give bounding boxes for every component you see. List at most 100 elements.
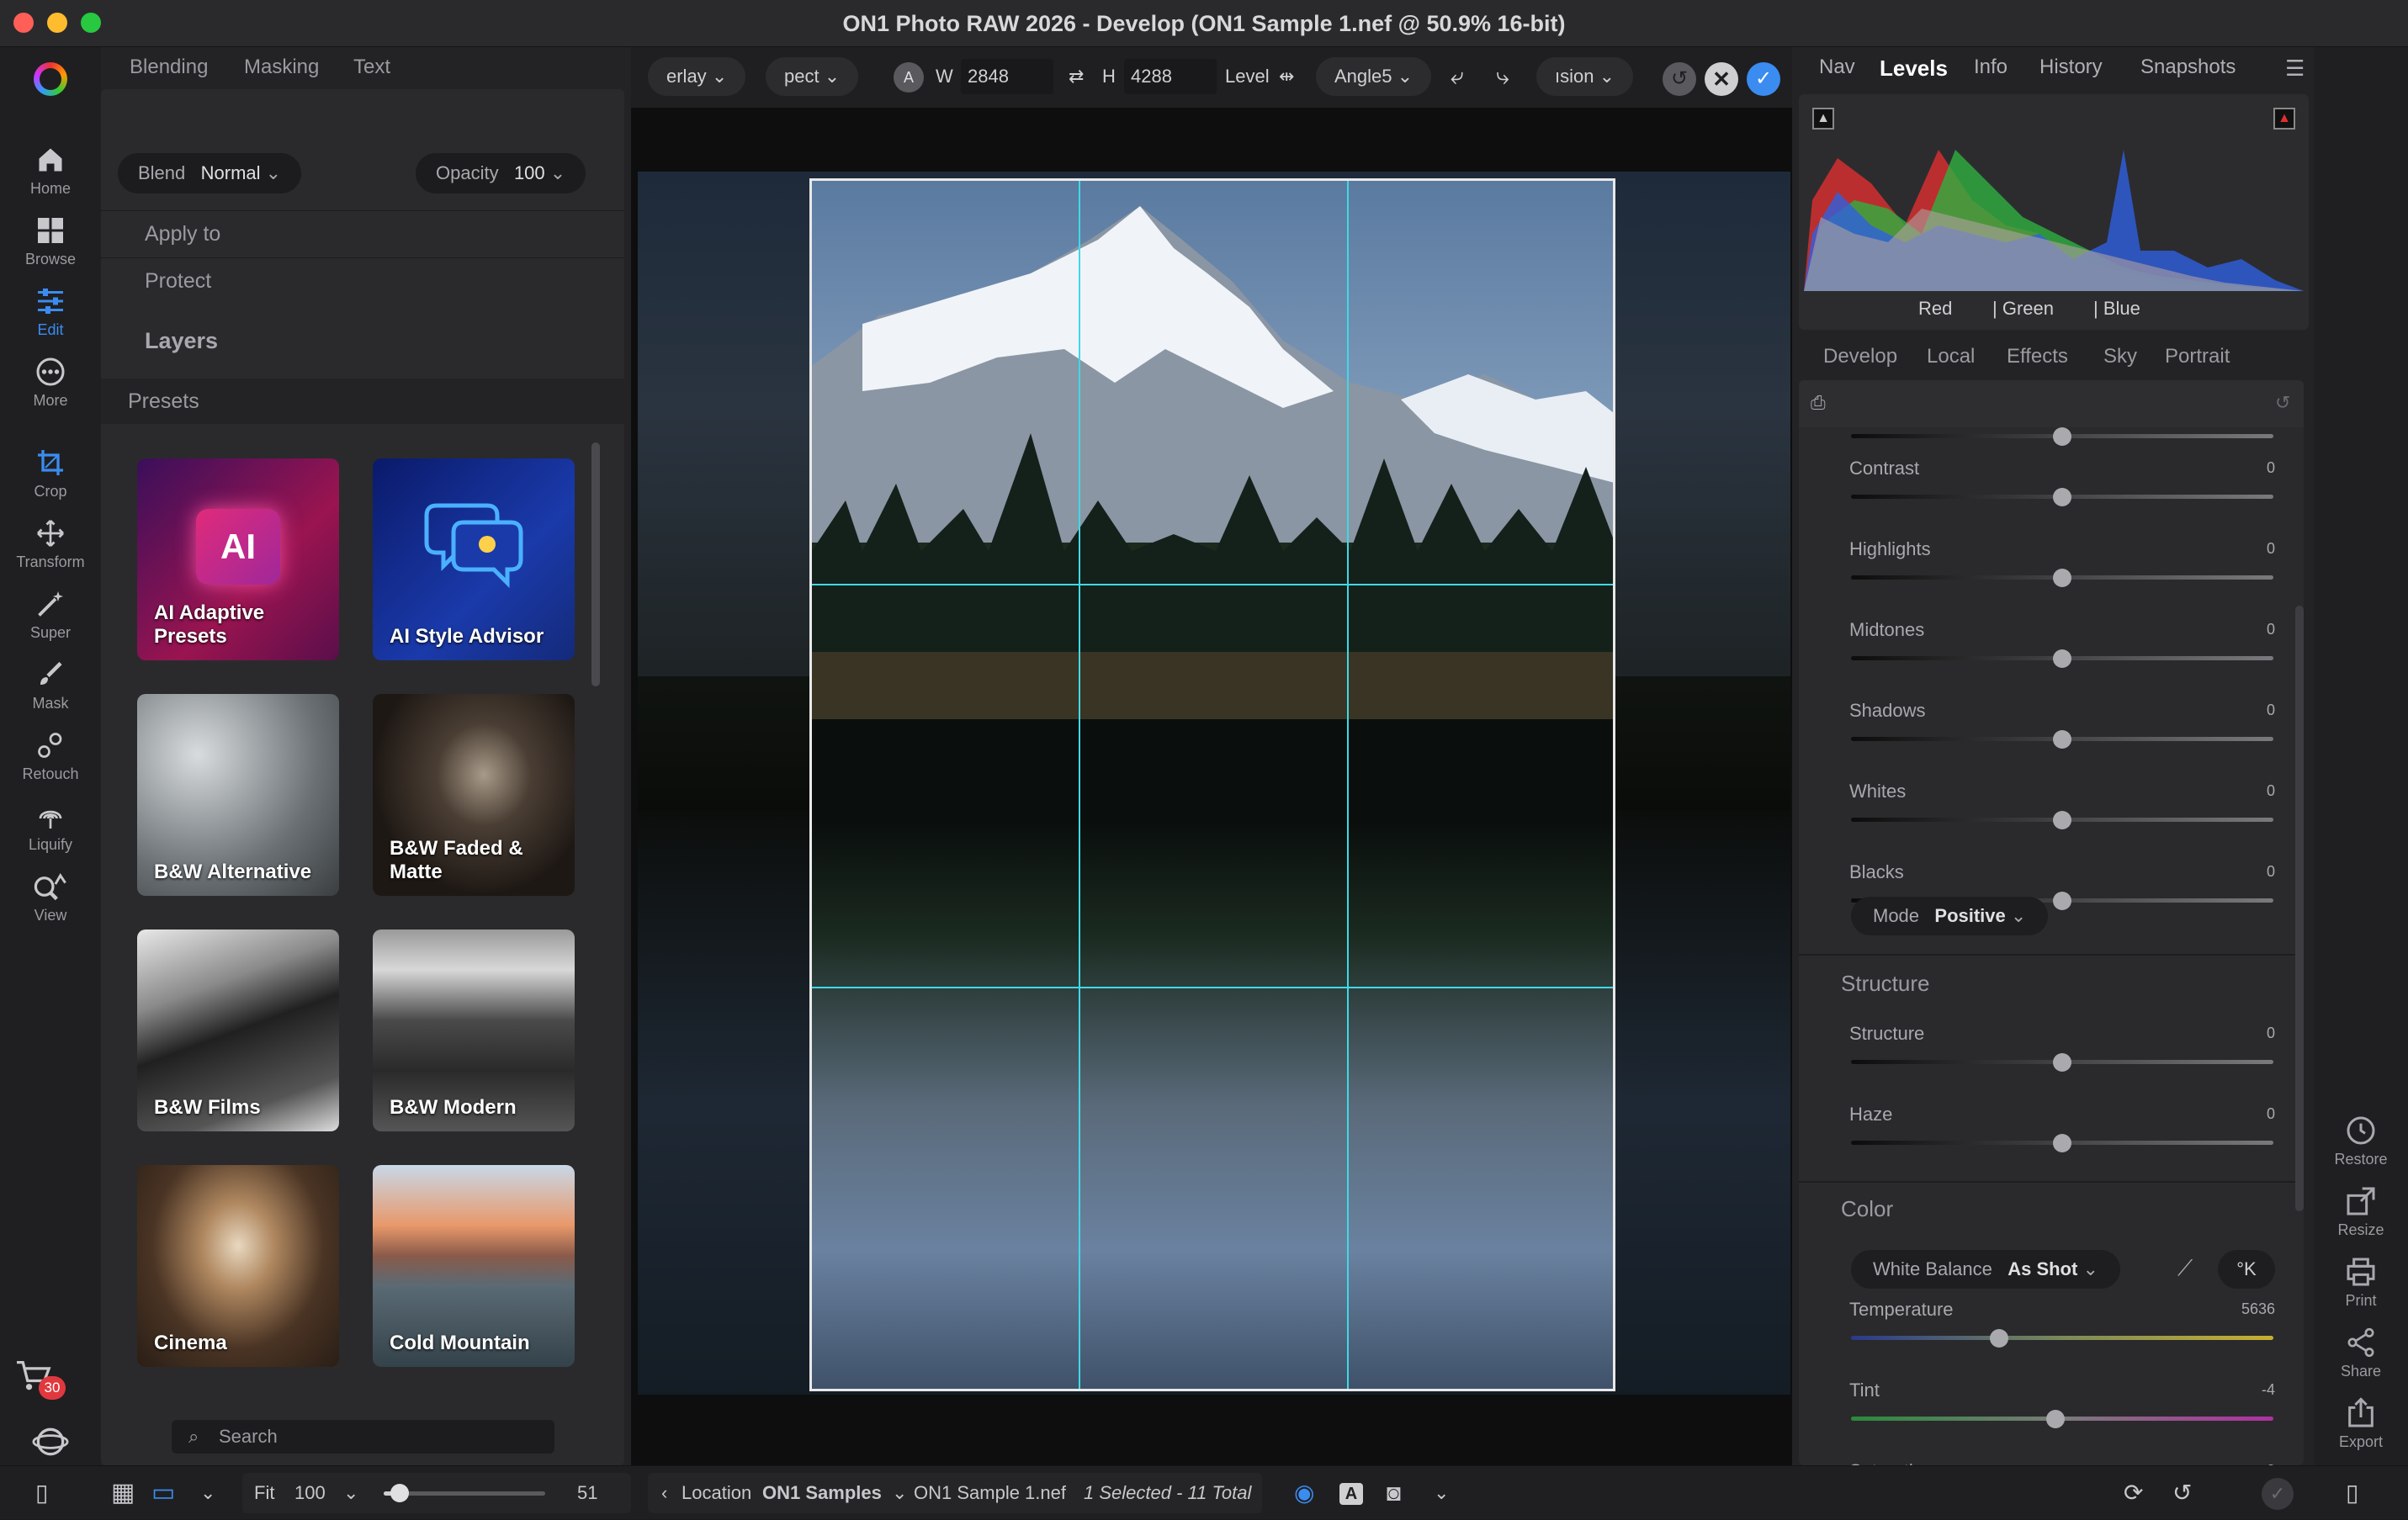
zoom-value[interactable]: 100 xyxy=(294,1466,326,1520)
opacity-dropdown[interactable]: Opacity 100 ⌄ xyxy=(416,153,586,193)
preset-card-cinema[interactable]: Cinema xyxy=(137,1165,339,1367)
slider-value-tint[interactable]: -4 xyxy=(2262,1381,2275,1399)
slider-value-structure[interactable]: 0 xyxy=(2267,1025,2275,1042)
channel-red[interactable]: Red xyxy=(1918,298,1952,320)
category-tab-sky[interactable]: Sky xyxy=(2103,345,2137,368)
tab-snapshots[interactable]: Snapshots xyxy=(2140,56,2236,79)
location-value[interactable]: ON1 Samples xyxy=(762,1466,882,1520)
save-preset-icon[interactable]: ⎙ xyxy=(1811,392,1826,414)
rail-edit[interactable]: Edit xyxy=(0,286,101,339)
slider-thumb-tint[interactable] xyxy=(2046,1410,2066,1428)
layers-heading[interactable]: Layers xyxy=(101,318,624,363)
back-chevron-icon[interactable]: ‹ xyxy=(661,1466,667,1520)
presets-heading[interactable]: Presets xyxy=(101,379,631,424)
tab-blending[interactable]: Blending xyxy=(130,56,208,79)
preset-card-ai-adaptive[interactable]: AI AI Adaptive Presets xyxy=(137,458,339,660)
reset-panel-icon[interactable]: ↺ xyxy=(2275,392,2290,414)
undo-icon[interactable]: ↺ xyxy=(2172,1466,2192,1520)
width-input[interactable]: 2848 xyxy=(961,59,1053,94)
slider-value-shadows[interactable]: 0 xyxy=(2267,702,2275,719)
channel-blue[interactable]: | Blue xyxy=(2093,298,2140,320)
tab-nav[interactable]: Nav xyxy=(1819,56,1855,79)
view-options-chevron-icon[interactable]: ⌄ xyxy=(1434,1466,1449,1520)
swap-dimensions-icon[interactable]: ⇄ xyxy=(1069,57,1084,96)
slider-track-tint[interactable] xyxy=(1851,1410,2273,1428)
slider-value-whites[interactable]: 0 xyxy=(2267,782,2275,800)
rail-super[interactable]: Super xyxy=(0,589,101,642)
rail-mask[interactable]: Mask xyxy=(0,659,101,712)
slider-thumb-midtones[interactable] xyxy=(2053,649,2071,668)
slider-thumb-blacks[interactable] xyxy=(2053,892,2071,910)
slider-thumb-contrast[interactable] xyxy=(2053,488,2071,506)
share-button[interactable]: Share xyxy=(2314,1326,2408,1380)
cancel-crop-button[interactable]: ✕ xyxy=(1705,62,1738,96)
sync-icon[interactable]: ⟳ xyxy=(2124,1466,2143,1520)
rail-more[interactable]: More xyxy=(0,357,101,410)
slider-thumb-temperature[interactable] xyxy=(1989,1329,2008,1348)
shadow-clipping-toggle[interactable]: ▲ xyxy=(1812,108,1834,130)
preview-eye-icon[interactable]: ◉ xyxy=(1294,1466,1314,1520)
toggle-right-panel-icon[interactable]: ▯ xyxy=(2346,1466,2358,1520)
tab-info[interactable]: Info xyxy=(1974,56,2008,79)
category-tab-develop[interactable]: Develop xyxy=(1823,345,1897,368)
slider-track-temperature[interactable] xyxy=(1851,1329,2273,1348)
slider-value-contrast[interactable]: 0 xyxy=(2267,459,2275,477)
preset-card-ai-style-advisor[interactable]: AI Style Advisor xyxy=(373,458,575,660)
slider-thumb-structure[interactable] xyxy=(2053,1053,2071,1072)
category-tab-portrait[interactable]: Portrait xyxy=(2165,345,2230,368)
rail-view[interactable]: View xyxy=(0,871,101,924)
slider-value-highlights[interactable]: 0 xyxy=(2267,540,2275,558)
reset-crop-button[interactable]: ↺ xyxy=(1663,62,1696,96)
slider-track-shadows[interactable] xyxy=(1851,730,2273,749)
preset-card-bw-films[interactable]: B&W Films xyxy=(137,929,339,1131)
tab-masking[interactable]: Masking xyxy=(244,56,319,79)
aspect-dropdown[interactable]: pect ⌄ xyxy=(766,57,859,96)
height-input[interactable]: 4288 xyxy=(1124,59,1217,94)
slider-track-contrast[interactable] xyxy=(1851,488,2273,506)
zoom-slider[interactable] xyxy=(384,1484,545,1502)
eyedropper-icon[interactable]: ⟋ xyxy=(2177,1255,2193,1282)
presets-scrollbar[interactable] xyxy=(591,442,600,686)
crop-box[interactable] xyxy=(809,178,1615,1391)
protect-row[interactable]: Protect xyxy=(101,257,624,303)
rail-crop[interactable]: Crop xyxy=(0,448,101,500)
tab-text[interactable]: Text xyxy=(353,56,390,79)
channel-green[interactable]: | Green xyxy=(1992,298,2054,320)
level-tool-icon[interactable]: ⇹ xyxy=(1279,57,1294,96)
export-button[interactable]: Export xyxy=(2314,1396,2408,1451)
print-button[interactable]: Print xyxy=(2314,1255,2408,1310)
category-tab-local[interactable]: Local xyxy=(1927,345,1975,368)
slider-thumb-shadows[interactable] xyxy=(2053,730,2071,749)
slider-value-midtones[interactable]: 0 xyxy=(2267,621,2275,638)
mask-view-icon[interactable]: ◙ xyxy=(1387,1466,1401,1520)
adjustments-scrollbar[interactable] xyxy=(2295,606,2304,1211)
apply-crop-button[interactable]: ✓ xyxy=(1747,62,1780,96)
single-view-icon[interactable]: ▭ xyxy=(151,1466,175,1520)
rail-browse[interactable]: Browse xyxy=(0,215,101,268)
rotate-right-icon[interactable]: ⤷ xyxy=(1496,57,1509,96)
fusion-dropdown[interactable]: ısion ⌄ xyxy=(1536,57,1634,96)
community-button[interactable] xyxy=(32,1423,69,1460)
slider-track-haze[interactable] xyxy=(1851,1134,2273,1152)
view-mode-chevron-icon[interactable]: ⌄ xyxy=(200,1466,215,1520)
slider-track-highlights[interactable] xyxy=(1851,569,2273,587)
rail-transform[interactable]: Transform xyxy=(0,518,101,571)
auto-enhance-button[interactable]: A xyxy=(1339,1483,1363,1505)
slider-track-whites[interactable] xyxy=(1851,811,2273,829)
toggle-left-panel-icon[interactable]: ▯ xyxy=(35,1466,48,1520)
preset-search-input[interactable]: ⌕ Search xyxy=(172,1420,554,1454)
slider-value-blacks[interactable]: 0 xyxy=(2267,863,2275,881)
partial-slider-track[interactable] xyxy=(1851,427,2273,446)
apply-to-row[interactable]: Apply to xyxy=(101,210,624,256)
cart-button[interactable]: 30 xyxy=(15,1359,66,1400)
restore-button[interactable]: Restore xyxy=(2314,1114,2408,1168)
preset-card-cold-mountain[interactable]: Cold Mountain xyxy=(373,1165,575,1367)
white-balance-dropdown[interactable]: White Balance As Shot ⌄ xyxy=(1851,1250,2120,1289)
structure-section-heading[interactable]: Structure xyxy=(1841,971,1930,997)
auto-aspect-button[interactable]: A xyxy=(894,62,924,93)
slider-value-haze[interactable]: 0 xyxy=(2267,1105,2275,1123)
fit-label[interactable]: Fit xyxy=(254,1466,274,1520)
grid-view-icon[interactable]: ▦ xyxy=(111,1466,135,1520)
rail-home[interactable]: Home xyxy=(0,145,101,198)
slider-value-temperature[interactable]: 5636 xyxy=(2241,1300,2275,1318)
